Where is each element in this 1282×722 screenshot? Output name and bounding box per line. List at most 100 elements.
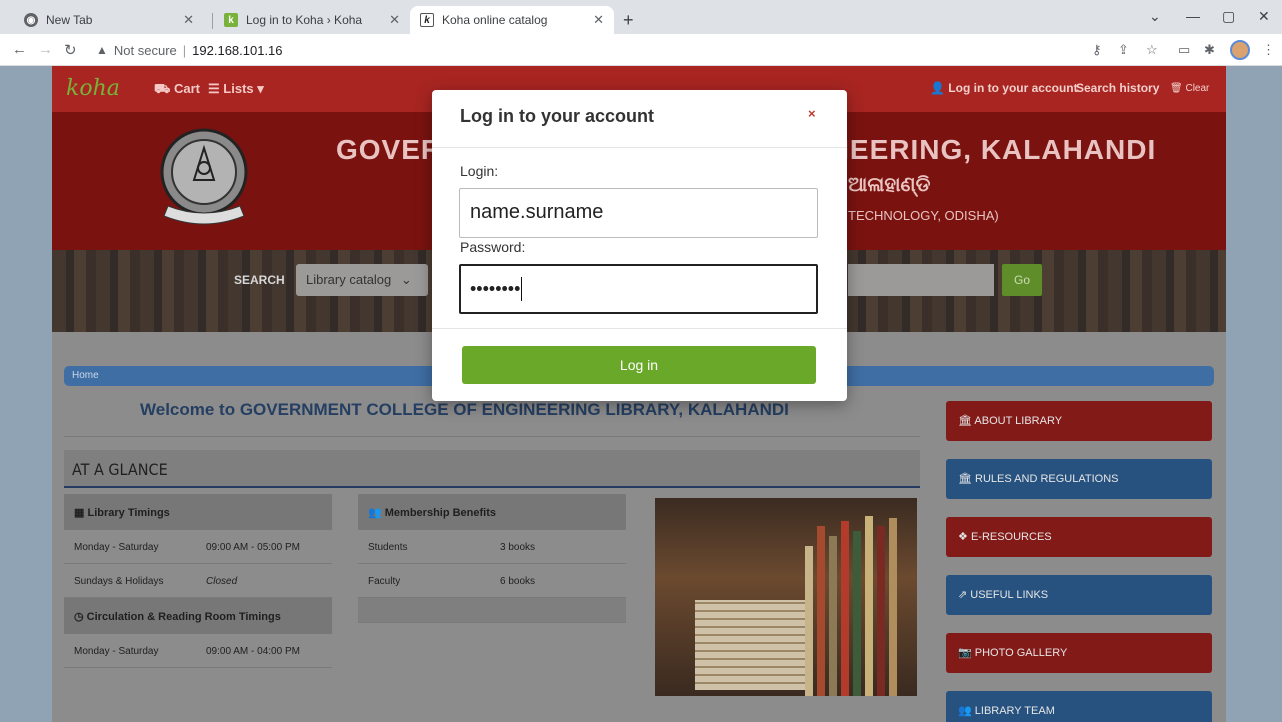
profile-avatar[interactable] xyxy=(1230,40,1250,60)
button-label: USEFUL LINKS xyxy=(970,589,1049,601)
koha-logo[interactable]: koha xyxy=(66,76,120,101)
welcome-heading: Welcome to GOVERNMENT COLLEGE OF ENGINEE… xyxy=(140,400,789,419)
reading-list-icon[interactable]: ▭ xyxy=(1178,42,1190,58)
about-library-button[interactable]: 🏛 ABOUT LIBRARY xyxy=(946,401,1212,441)
search-go-button[interactable]: Go xyxy=(1002,264,1042,296)
search-label: SEARCH xyxy=(234,273,285,287)
menu-kebab-icon[interactable]: ⋮ xyxy=(1262,42,1275,58)
divider xyxy=(432,328,847,329)
modal-title: Log in to your account xyxy=(460,106,654,126)
day-cell: Monday - Saturday xyxy=(74,646,159,657)
log-in-button[interactable]: Log in xyxy=(462,346,816,384)
college-subtitle-odia: ଆଳାହାଣ୍ଡି xyxy=(848,174,931,196)
trash-icon: 🗑 xyxy=(1170,83,1183,94)
caret-down-icon: ▾ xyxy=(257,81,264,96)
search-scope-value: Library catalog xyxy=(306,272,392,287)
lists-dropdown[interactable]: ☰ Lists ▾ xyxy=(208,81,264,97)
close-tab-icon[interactable]: ✕ xyxy=(389,12,400,28)
window-close-icon[interactable]: ✕ xyxy=(1258,8,1270,25)
login-account-link[interactable]: 👤 Log in to your account xyxy=(930,81,1078,95)
reload-icon[interactable]: ↻ xyxy=(64,41,77,59)
share-icon[interactable]: ⇪ xyxy=(1118,42,1129,58)
cubes-icon: ❖ xyxy=(958,531,968,543)
list-icon: ☰ xyxy=(208,81,220,96)
photo-gallery-button[interactable]: 📷 PHOTO GALLERY xyxy=(946,633,1212,673)
table-row: Faculty 6 books xyxy=(358,564,626,598)
divider xyxy=(64,436,920,437)
breadcrumb-home[interactable]: Home xyxy=(72,370,99,381)
search-scope-select[interactable]: Library catalog ⌄ xyxy=(296,264,428,296)
cart-icon: ⛟ xyxy=(154,81,171,96)
tab-new-tab[interactable]: ◉ New Tab ✕ xyxy=(14,6,204,34)
book-stack xyxy=(695,600,805,690)
cart-link[interactable]: ⛟ Cart xyxy=(154,81,200,99)
useful-links-button[interactable]: ⇗ USEFUL LINKS xyxy=(946,575,1212,615)
circulation-timings-title: Circulation & Reading Room Timings xyxy=(86,611,281,623)
tab-separator xyxy=(212,13,213,29)
tab-label: Log in to Koha › Koha xyxy=(246,13,363,27)
back-arrow-icon[interactable]: ← xyxy=(12,41,27,58)
password-mask: •••••••• xyxy=(470,278,521,299)
circulation-timings-header: ◷ Circulation & Reading Room Timings xyxy=(64,598,332,634)
at-a-glance-heading: AT A GLANCE xyxy=(64,450,920,488)
table-row xyxy=(358,598,626,623)
books-cell: 3 books xyxy=(500,542,536,553)
close-tab-icon[interactable]: ✕ xyxy=(593,12,604,28)
new-tab-icon[interactable]: + xyxy=(623,10,634,31)
book-spine xyxy=(877,526,885,696)
time-cell: 09:00 AM - 04:00 PM xyxy=(206,646,300,657)
clock-icon: ◷ xyxy=(74,611,84,623)
search-input[interactable] xyxy=(848,264,994,296)
tab-koha-catalog[interactable]: k Koha online catalog ✕ xyxy=(410,6,614,34)
button-label: ABOUT LIBRARY xyxy=(974,415,1063,427)
url-text: 192.168.101.16 xyxy=(192,42,283,58)
maximize-icon[interactable]: ▢ xyxy=(1222,8,1235,25)
book-spine xyxy=(889,518,897,696)
camera-icon: 📷 xyxy=(958,647,972,659)
key-icon[interactable]: ⚷ xyxy=(1092,42,1102,58)
book-spine xyxy=(829,536,837,696)
calendar-icon: ▦ xyxy=(74,507,85,519)
table-row: Students 3 books xyxy=(358,530,626,564)
table-row: Monday - Saturday 09:00 AM - 04:00 PM xyxy=(64,634,332,668)
text-caret xyxy=(521,277,523,301)
clear-history-link[interactable]: 🗑 Clear xyxy=(1170,83,1209,94)
institution-icon: 🏛 xyxy=(958,415,972,427)
tab-koha-login[interactable]: k Log in to Koha › Koha ✕ xyxy=(214,6,410,34)
library-timings-header: ▦ Library Timings xyxy=(64,494,332,530)
library-team-button[interactable]: 👥 LIBRARY TEAM xyxy=(946,691,1212,722)
rules-regulations-button[interactable]: 🏛 RULES AND REGULATIONS xyxy=(946,459,1212,499)
browser-toolbar: ← → ↻ ▲ Not secure | 192.168.101.16 ⚷ ⇪ … xyxy=(0,34,1282,66)
login-modal: Log in to your account × Login: name.sur… xyxy=(432,90,847,401)
table-row: Monday - Saturday 09:00 AM - 05:00 PM xyxy=(64,530,332,564)
book-spine xyxy=(817,526,825,696)
close-tab-icon[interactable]: ✕ xyxy=(183,12,194,28)
divider xyxy=(432,147,847,148)
books-cell: 6 books xyxy=(500,576,536,587)
extensions-puzzle-icon[interactable]: ✱ xyxy=(1204,42,1215,58)
search-history-link[interactable]: Search history xyxy=(1076,81,1159,95)
tab-search-chevron-icon[interactable]: ⌄ xyxy=(1149,8,1161,25)
close-icon[interactable]: × xyxy=(808,106,816,121)
minimize-icon[interactable]: — xyxy=(1186,8,1200,24)
password-input[interactable]: •••••••• xyxy=(459,264,818,314)
login-input[interactable]: name.surname xyxy=(459,188,818,238)
chrome-icon: ◉ xyxy=(24,13,38,27)
day-cell: Sundays & Holidays xyxy=(74,576,164,587)
college-subtitle: TECHNOLOGY, ODISHA) xyxy=(848,208,999,223)
membership-table: 👥 Membership Benefits Students 3 books F… xyxy=(358,494,626,623)
koha-favicon-icon: k xyxy=(224,13,238,27)
chevron-down-icon: ⌄ xyxy=(400,272,412,287)
warning-triangle-icon: ▲ xyxy=(96,43,108,57)
address-bar[interactable]: ▲ Not secure | 192.168.101.16 xyxy=(96,38,1096,62)
membership-title: Membership Benefits xyxy=(384,507,497,519)
lists-label: Lists xyxy=(223,81,254,96)
users-icon: 👥 xyxy=(958,705,972,717)
forward-arrow-icon[interactable]: → xyxy=(38,41,53,58)
browser-tab-strip: ◉ New Tab ✕ k Log in to Koha › Koha ✕ k … xyxy=(0,0,1282,34)
day-cell: Monday - Saturday xyxy=(74,542,159,553)
bookmark-star-icon[interactable]: ☆ xyxy=(1146,42,1158,58)
book-spine xyxy=(865,516,873,696)
e-resources-button[interactable]: ❖ E-RESOURCES xyxy=(946,517,1212,557)
password-label: Password: xyxy=(460,239,526,255)
